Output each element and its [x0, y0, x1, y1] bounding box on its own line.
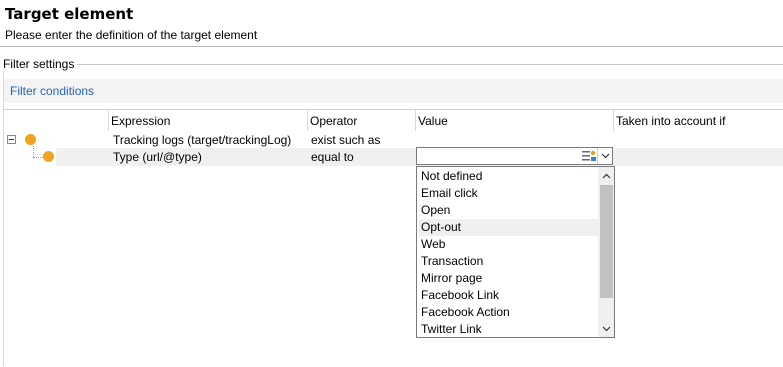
column-header-expression[interactable]: Expression: [111, 114, 170, 128]
column-header-value[interactable]: Value: [418, 114, 448, 128]
divider: [0, 46, 783, 47]
tree-connector: [33, 157, 43, 159]
scroll-down-icon[interactable]: [598, 321, 614, 337]
chevron-down-icon: [601, 153, 610, 159]
tree-connector: [33, 146, 35, 157]
row-operator[interactable]: equal to: [311, 150, 354, 164]
dropdown-option[interactable]: Twitter Link: [419, 321, 601, 337]
dropdown-scrollbar[interactable]: [598, 167, 614, 337]
column-separator: [613, 109, 614, 131]
row-expression[interactable]: Type (url/@type): [113, 150, 202, 164]
dropdown-option[interactable]: Mirror page: [419, 270, 601, 287]
dropdown-option[interactable]: Facebook Action: [419, 304, 601, 321]
column-separator: [415, 109, 416, 131]
scroll-up-icon[interactable]: [598, 168, 614, 184]
dropdown-option[interactable]: Web: [419, 236, 601, 253]
value-editor-icon[interactable]: [581, 149, 597, 163]
column-separator: [307, 109, 308, 131]
column-header-operator[interactable]: Operator: [310, 114, 357, 128]
dropdown-option[interactable]: Open: [419, 202, 601, 219]
value-dropdown-list[interactable]: Not defined Email click Open Opt-out Web…: [416, 166, 615, 338]
condition-node-icon: [43, 151, 54, 162]
row-operator[interactable]: exist such as: [311, 133, 380, 147]
dropdown-option[interactable]: Facebook Link: [419, 287, 601, 304]
fieldset-border: [76, 64, 783, 65]
filter-conditions-title[interactable]: Filter conditions: [10, 84, 94, 98]
column-separator: [108, 109, 109, 131]
column-header-taken-into-account[interactable]: Taken into account if: [616, 114, 725, 128]
dropdown-option[interactable]: Not defined: [419, 168, 601, 185]
row-expression[interactable]: Tracking logs (target/trackingLog): [113, 133, 291, 147]
collapse-icon[interactable]: [7, 135, 16, 144]
page-subtitle: Please enter the definition of the targe…: [5, 28, 258, 42]
scrollbar-thumb[interactable]: [600, 185, 613, 298]
dropdown-option-highlighted[interactable]: Opt-out: [419, 219, 601, 236]
filter-conditions-bar: [4, 79, 783, 103]
dropdown-option[interactable]: Transaction: [419, 253, 601, 270]
condition-node-icon: [25, 134, 36, 145]
filter-settings-legend: Filter settings: [3, 57, 78, 71]
dropdown-option[interactable]: Email click: [419, 185, 601, 202]
dropdown-toggle-button[interactable]: [597, 148, 613, 164]
page-title: Target element: [5, 5, 134, 23]
